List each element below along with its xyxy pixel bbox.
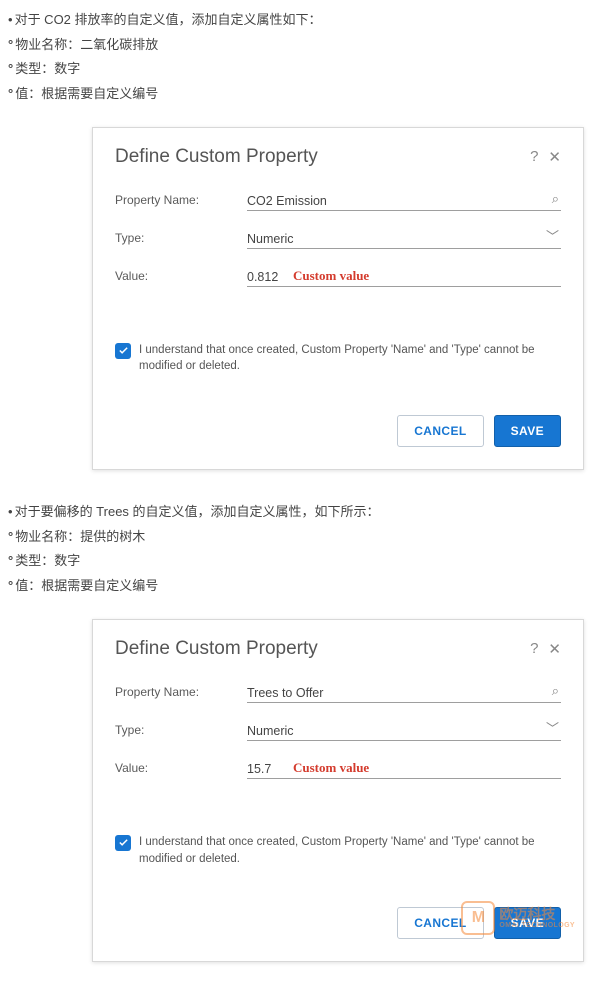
property-name-input[interactable]: Trees to Offer ⌕ — [247, 680, 561, 703]
search-icon[interactable]: ⌕ — [552, 191, 559, 207]
custom-value-annotation: Custom value — [293, 760, 369, 776]
close-icon[interactable]: ✕ — [548, 640, 561, 658]
value-input[interactable]: 15.7 Custom value — [247, 756, 561, 779]
consent-text: I understand that once created, Custom P… — [139, 342, 561, 375]
check-icon — [118, 837, 129, 848]
cancel-button[interactable]: CANCEL — [397, 907, 483, 939]
dialog-form: Property Name: Trees to Offer ⌕ Type: Nu… — [115, 676, 561, 784]
type-select[interactable]: Numeric ﹀ — [247, 718, 561, 741]
check-icon — [118, 345, 129, 356]
sec-b-value: 值：根据需要自定义编号 — [8, 574, 588, 599]
define-custom-property-dialog: Define Custom Property ? ✕ Property Name… — [92, 127, 584, 470]
consent-row: I understand that once created, Custom P… — [115, 342, 561, 375]
chevron-down-icon[interactable]: ﹀ — [546, 718, 559, 737]
property-name-input[interactable]: CO2 Emission ⌕ — [247, 188, 561, 211]
sec-a-intro: 对于 CO2 排放率的自定义值，添加自定义属性如下： — [8, 8, 588, 33]
label-value: Value: — [115, 761, 247, 775]
define-custom-property-dialog: Define Custom Property ? ✕ Property Name… — [92, 619, 584, 962]
sec-b-intro: 对于要偏移的 Trees 的自定义值，添加自定义属性，如下所示： — [8, 500, 588, 525]
dialog-form: Property Name: CO2 Emission ⌕ Type: Nume… — [115, 184, 561, 292]
custom-value-annotation: Custom value — [293, 268, 369, 284]
sec-a-type: 类型：数字 — [8, 57, 588, 82]
section-a-text: 对于 CO2 排放率的自定义值，添加自定义属性如下： 物业名称：二氧化碳排放 类… — [0, 6, 596, 107]
consent-checkbox[interactable] — [115, 835, 131, 851]
label-value: Value: — [115, 269, 247, 283]
type-select[interactable]: Numeric ﹀ — [247, 226, 561, 249]
search-icon[interactable]: ⌕ — [552, 683, 559, 699]
help-icon[interactable]: ? — [530, 148, 538, 166]
save-button[interactable]: SAVE — [494, 907, 561, 939]
sec-b-name: 物业名称：提供的树木 — [8, 525, 588, 550]
sec-b-type: 类型：数字 — [8, 549, 588, 574]
close-icon[interactable]: ✕ — [548, 148, 561, 166]
label-property-name: Property Name: — [115, 685, 247, 699]
help-icon[interactable]: ? — [530, 640, 538, 658]
label-type: Type: — [115, 231, 247, 245]
value-input[interactable]: 0.812 Custom value — [247, 264, 561, 287]
cancel-button[interactable]: CANCEL — [397, 415, 483, 447]
dialog-title: Define Custom Property — [115, 146, 530, 168]
label-property-name: Property Name: — [115, 193, 247, 207]
consent-row: I understand that once created, Custom P… — [115, 834, 561, 867]
chevron-down-icon[interactable]: ﹀ — [546, 226, 559, 245]
label-type: Type: — [115, 723, 247, 737]
dialog-title: Define Custom Property — [115, 638, 530, 660]
save-button[interactable]: SAVE — [494, 415, 561, 447]
sec-a-name: 物业名称：二氧化碳排放 — [8, 33, 588, 58]
sec-a-value: 值：根据需要自定义编号 — [8, 82, 588, 107]
consent-text: I understand that once created, Custom P… — [139, 834, 561, 867]
section-b-text: 对于要偏移的 Trees 的自定义值，添加自定义属性，如下所示： 物业名称：提供… — [0, 498, 596, 599]
consent-checkbox[interactable] — [115, 343, 131, 359]
